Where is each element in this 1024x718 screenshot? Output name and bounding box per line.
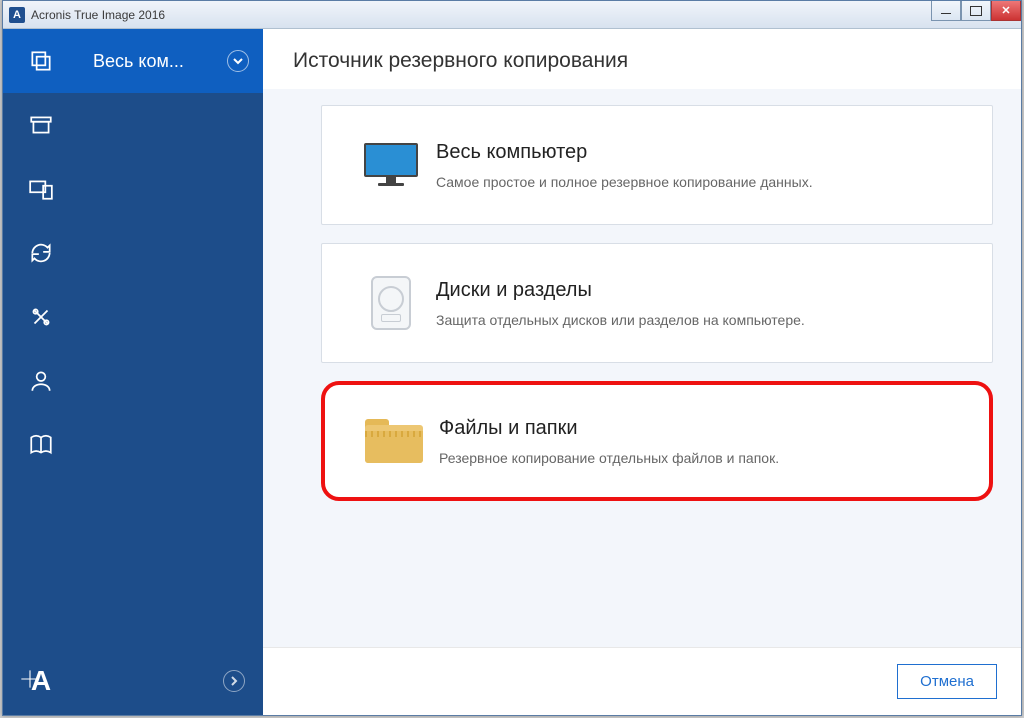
nav-help[interactable] [3, 413, 79, 477]
close-button[interactable] [991, 1, 1021, 21]
nav-tools[interactable] [3, 285, 79, 349]
option-files-folders[interactable]: Файлы и папки Резервное копирование отде… [321, 381, 993, 501]
sidebar-header[interactable]: Весь ком... [79, 29, 263, 93]
add-button[interactable] [17, 666, 43, 697]
option-disks[interactable]: Диски и разделы Защита отдельных дисков … [321, 243, 993, 363]
disk-icon [346, 276, 436, 330]
option-entire-pc[interactable]: Весь компьютер Самое простое и полное ре… [321, 105, 993, 225]
nav-account[interactable] [3, 349, 79, 413]
copy-icon [28, 48, 54, 74]
window-title: Acronis True Image 2016 [31, 8, 165, 22]
app-icon: A [9, 7, 25, 23]
account-icon [28, 368, 54, 394]
app-body: A Весь ком... Источник резервного копиро… [3, 29, 1021, 715]
main-area: Источник резервного копирования Весь ком… [263, 29, 1021, 715]
nav-rail: A [3, 29, 79, 715]
sync-icon [28, 240, 54, 266]
tools-icon [28, 304, 54, 330]
main-footer: Отмена [263, 647, 1021, 715]
sidebar-footer [79, 647, 263, 715]
nav-devices[interactable] [3, 157, 79, 221]
option-title: Файлы и папки [439, 417, 965, 440]
window-controls [931, 1, 1021, 21]
maximize-button[interactable] [961, 1, 991, 21]
sidebar-panel: Весь ком... [79, 29, 263, 715]
folder-icon [349, 419, 439, 463]
nav-sync[interactable] [3, 221, 79, 285]
option-desc: Защита отдельных дисков или разделов на … [436, 312, 968, 328]
option-desc: Самое простое и полное резервное копиров… [436, 174, 968, 190]
nav-backup[interactable] [3, 29, 79, 93]
monitor-icon [346, 143, 436, 187]
option-title: Диски и разделы [436, 279, 968, 302]
option-desc: Резервное копирование отдельных файлов и… [439, 450, 965, 466]
titlebar[interactable]: A Acronis True Image 2016 [3, 1, 1021, 29]
option-title: Весь компьютер [436, 141, 968, 164]
devices-icon [28, 176, 54, 202]
sidebar-header-label: Весь ком... [93, 51, 184, 72]
archive-icon [28, 112, 54, 138]
chevron-right-icon[interactable] [223, 670, 245, 692]
page-title: Источник резервного копирования [263, 29, 1021, 89]
nav-archive[interactable] [3, 93, 79, 157]
options-list: Весь компьютер Самое простое и полное ре… [263, 89, 1021, 647]
cancel-button[interactable]: Отмена [897, 664, 997, 699]
book-icon [28, 432, 54, 458]
app-window: A Acronis True Image 2016 [2, 0, 1022, 716]
chevron-down-icon[interactable] [227, 50, 249, 72]
minimize-button[interactable] [931, 1, 961, 21]
